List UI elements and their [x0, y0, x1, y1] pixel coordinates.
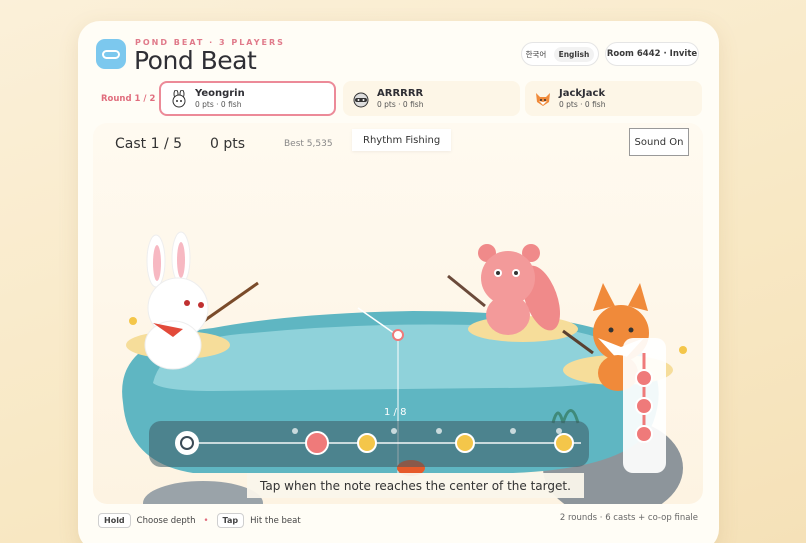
beat-note-gold	[554, 433, 574, 453]
player-card-arrrrr: ARRRRR 0 pts · 0 fish	[343, 81, 520, 116]
controls-legend: Hold Choose depth • Tap Hit the beat	[98, 513, 301, 528]
beat-note-red	[305, 431, 329, 455]
player-card-jackjack: JackJack 0 pts · 0 fish	[525, 81, 702, 116]
round-indicator: Round 1 / 2	[101, 94, 156, 104]
best-score: Best 5,535	[284, 139, 333, 149]
player-name: Yeongrin	[195, 87, 245, 99]
mode-badge: Rhythm Fishing	[352, 129, 452, 151]
player-card-yeongrin: Yeongrin 0 pts · 0 fish	[159, 81, 336, 116]
beat-note-gold	[455, 433, 475, 453]
beat-counter: 1 / 8	[384, 407, 407, 418]
raccoon-icon	[352, 90, 370, 108]
rabbit-icon	[170, 89, 188, 108]
player-name: ARRRRR	[377, 87, 424, 99]
cast-counter: Cast 1 / 5	[115, 136, 183, 152]
tap-description: Hit the beat	[250, 515, 301, 526]
language-switch[interactable]: 한국어 English	[521, 42, 599, 66]
game-card: POND BEAT · 3 PLAYERS Pond Beat 한국어 Engl…	[78, 21, 719, 543]
hold-key: Hold	[98, 513, 131, 528]
score-display: 0 pts	[210, 136, 246, 152]
instruction-hint: Tap when the note reaches the center of …	[247, 473, 584, 498]
player-stats: 0 pts · 0 fish	[377, 99, 424, 109]
room-invite-button[interactable]: Room 6442 · Invite	[605, 42, 699, 66]
beat-note-gold	[357, 433, 377, 453]
lang-korean-option[interactable]: 한국어	[526, 49, 547, 60]
player-stats: 0 pts · 0 fish	[559, 99, 606, 109]
separator-dot: •	[203, 515, 209, 526]
game-summary: 2 rounds · 6 casts + co-op finale	[560, 513, 698, 523]
tap-key: Tap	[216, 513, 245, 528]
game-stage[interactable]: Cast 1 / 5 0 pts Best 5,535 Rhythm Fishi…	[93, 123, 703, 504]
fox-icon	[534, 90, 552, 108]
player-name: JackJack	[559, 87, 606, 99]
page-title: Pond Beat	[134, 46, 257, 75]
lang-english-option[interactable]: English	[553, 46, 595, 62]
rhythm-track-lane	[175, 428, 581, 455]
player-stats: 0 pts · 0 fish	[195, 99, 242, 109]
app-logo	[96, 39, 126, 69]
sound-toggle-button[interactable]: Sound On	[629, 128, 689, 156]
hold-description: Choose depth	[136, 515, 196, 526]
summary-text: 2 rounds · 6 casts + co-op finale	[559, 513, 698, 523]
rhythm-track[interactable]	[149, 421, 589, 467]
